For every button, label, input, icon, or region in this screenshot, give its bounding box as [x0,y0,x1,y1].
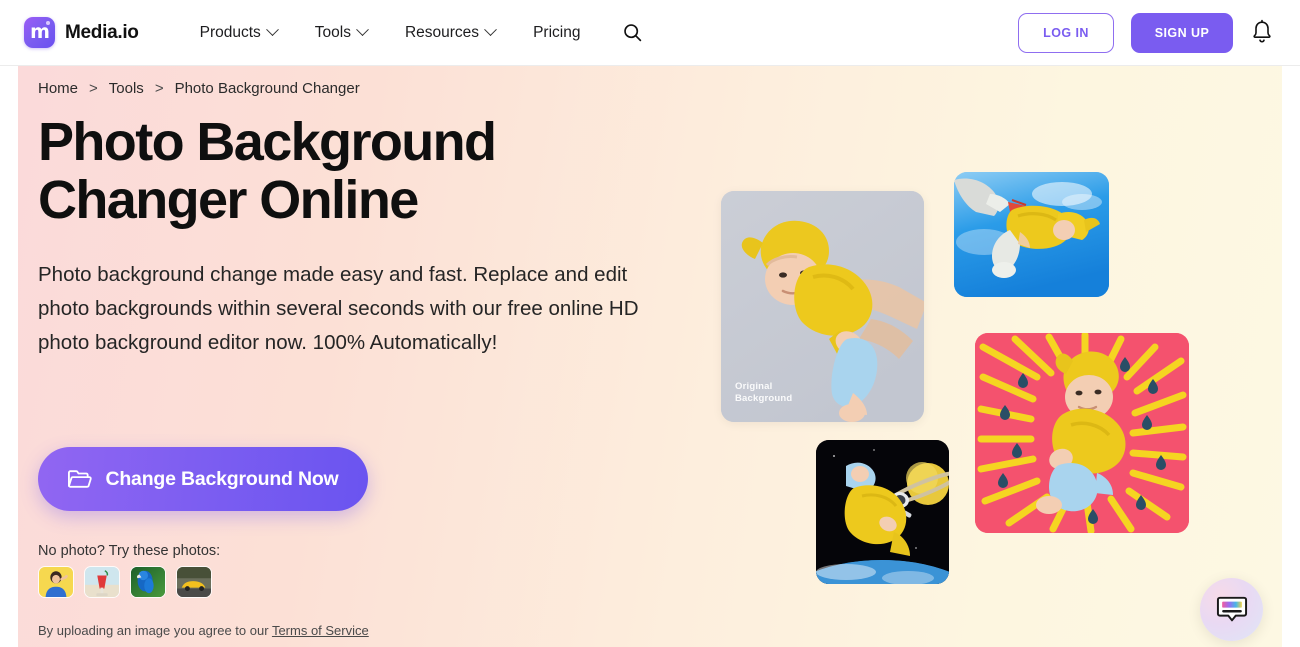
sample-photo-car[interactable] [176,566,212,598]
logo-letter: m [30,20,50,43]
nav-item-products[interactable]: Products [181,18,296,48]
bell-icon [1253,19,1271,43]
page-subtitle: Photo background change made easy and fa… [38,263,639,355]
main-nav-links: Products Tools Resources Pricing [181,18,648,48]
signup-button[interactable]: SIGN UP [1131,12,1233,53]
nav-item-products-label: Products [199,23,261,41]
brand-name-label: Media.io [65,21,139,43]
hero-image-pink-sunburst-photo [975,333,1189,533]
hero-image-sky [954,172,1109,297]
hero-image-original: Original Background [721,191,924,422]
chevron-down-icon [265,23,279,37]
sample-photo-parrot[interactable] [130,566,166,598]
breadcrumb-home[interactable]: Home [38,80,78,97]
sample-photo-man-yellow[interactable] [38,566,74,598]
chevron-down-icon [484,23,497,37]
nav-item-pricing[interactable]: Pricing [514,18,599,48]
search-button[interactable] [617,18,647,48]
hero-image-sky-photo [954,172,1109,297]
sample-photo-man-yellow-image [39,567,73,597]
breadcrumb-separator: > [154,80,164,97]
original-background-label-line1: Original [735,380,773,392]
brand-logo[interactable]: m Media.io [24,17,139,48]
sample-photos-label: No photo? Try these photos: [38,543,221,559]
sample-photo-drink[interactable] [84,566,120,598]
terms-notice-text: By uploading an image you agree to our [38,623,272,638]
nav-item-pricing-label: Pricing [533,23,581,41]
media-io-logo-icon: m [24,17,55,48]
terms-of-service-link[interactable]: Terms of Service [272,623,369,638]
hero-image-space [816,440,949,584]
breadcrumb-current: Photo Background Changer [174,80,360,97]
nav-item-tools[interactable]: Tools [296,18,386,48]
original-background-label-line2: Background [735,393,793,405]
nav-actions: LOG IN SIGN UP [1018,12,1276,53]
nav-item-tools-label: Tools [314,23,351,41]
folder-open-icon [68,470,93,488]
nav-item-resources[interactable]: Resources [386,18,514,48]
hero-image-pink-sunburst [975,333,1189,533]
breadcrumb-tools[interactable]: Tools [109,80,144,97]
nav-item-resources-label: Resources [404,23,480,41]
chevron-down-icon [356,23,369,37]
sample-photos-list [38,566,212,598]
change-background-button-label: Change Background Now [105,467,339,490]
sample-photo-parrot-image [131,567,165,597]
breadcrumb: Home > Tools > Photo Background Changer [38,80,360,97]
sample-photo-drink-image [85,567,119,597]
original-background-label: Original Background [735,381,792,406]
terms-notice: By uploading an image you agree to our T… [38,623,369,638]
login-button[interactable]: LOG IN [1018,12,1114,53]
page-title: Photo Background Changer Online [38,112,497,231]
sample-photo-car-image [177,567,211,597]
logo-dot-icon [46,21,50,25]
notifications-button[interactable] [1250,19,1276,47]
chat-bubble-icon [1216,596,1247,621]
change-background-button[interactable]: Change Background Now [38,447,368,511]
top-navigation-bar: m Media.io Products Tools Resources Pric… [0,0,1300,66]
hero-image-space-photo [816,440,949,584]
hero-section: Home > Tools > Photo Background Changer … [18,66,1282,647]
breadcrumb-separator: > [89,80,98,97]
chat-support-button[interactable] [1200,578,1263,641]
search-icon [624,24,642,42]
